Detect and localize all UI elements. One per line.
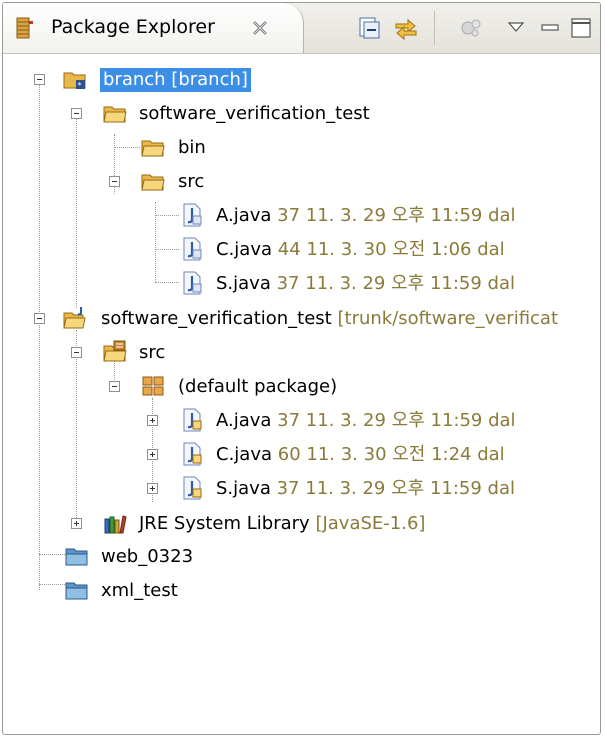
svn-decoration: 37 11. 3. 29 오후 11:59 dal	[276, 273, 515, 294]
svg-text:*: *	[78, 81, 82, 90]
java-file-icon	[180, 408, 204, 432]
jre-version-decoration: [JavaSE-1.6]	[315, 513, 426, 534]
tree-item-java-file[interactable]: C.java 44 11. 3. 30 오전 1:06 dal	[3, 235, 600, 265]
tree-item-trunk-project[interactable]: software_verification_test [trunk/softwa…	[3, 304, 600, 334]
tree-label-group: S.java 37 11. 3. 29 오후 11:59 dal	[216, 477, 515, 501]
tree-label: src	[178, 171, 205, 192]
tree-label: branch [branch]	[100, 68, 251, 92]
tree-item-java-file[interactable]: A.java 37 11. 3. 29 오후 11:59 dal	[3, 406, 600, 436]
java-file-icon	[180, 476, 204, 500]
tree-label: bin	[178, 137, 206, 158]
svn-decoration: [trunk/software_verificat	[337, 308, 559, 329]
focus-on-task-icon[interactable]	[458, 15, 484, 41]
library-name: JRE System Library	[139, 513, 310, 534]
java-file-icon	[180, 203, 204, 227]
tree-item-java-file[interactable]: S.java 37 11. 3. 29 오후 11:59 dal	[3, 474, 600, 504]
tree-label: xml_test	[101, 580, 178, 601]
svn-decoration: 60 11. 3. 30 오전 1:24 dal	[277, 444, 505, 465]
folder-icon	[141, 169, 165, 193]
toolbar-separator	[434, 11, 435, 45]
tree-item-xml-test[interactable]: xml_test	[3, 576, 600, 606]
package-explorer-view: Package Explorer * branch [branch] softw…	[2, 2, 601, 735]
project-folder-icon	[65, 578, 89, 602]
collapse-toggle-icon[interactable]	[34, 74, 45, 85]
collapse-all-icon[interactable]	[356, 15, 382, 41]
close-icon[interactable]	[251, 19, 269, 37]
file-name: A.java	[216, 205, 272, 226]
package-icon	[141, 374, 165, 398]
file-name: A.java	[216, 410, 272, 431]
tree-label-group: A.java 37 11. 3. 29 오후 11:59 dal	[216, 409, 516, 433]
tree-item-branch[interactable]: * branch [branch]	[3, 65, 600, 95]
tree-label-group: C.java 60 11. 3. 30 오전 1:24 dal	[216, 443, 505, 467]
java-file-icon	[180, 237, 204, 261]
tree-item-src[interactable]: src	[3, 167, 600, 197]
tree-item-web-0323[interactable]: web_0323	[3, 542, 600, 572]
collapse-toggle-icon[interactable]	[34, 313, 45, 324]
expand-toggle-icon[interactable]	[147, 415, 158, 426]
tree-item-jre-library[interactable]: JRE System Library [JavaSE-1.6]	[3, 509, 600, 539]
file-name: S.java	[216, 478, 271, 499]
collapse-toggle-icon[interactable]	[109, 381, 120, 392]
collapse-toggle-icon[interactable]	[71, 108, 82, 119]
tree-item-bin[interactable]: bin	[3, 133, 600, 163]
view-header: Package Explorer	[3, 3, 600, 54]
tree-label-group: JRE System Library [JavaSE-1.6]	[139, 512, 425, 536]
tree-label: web_0323	[101, 546, 194, 567]
tree-label-group: A.java 37 11. 3. 29 오후 11:59 dal	[216, 204, 516, 228]
expand-toggle-icon[interactable]	[147, 483, 158, 494]
tree-item-default-package[interactable]: (default package)	[3, 372, 600, 402]
file-name: S.java	[216, 273, 271, 294]
link-with-editor-icon[interactable]	[393, 15, 419, 41]
source-folder-icon	[103, 340, 127, 364]
expand-toggle-icon[interactable]	[147, 449, 158, 460]
maximize-icon[interactable]	[568, 15, 594, 41]
folder-icon	[103, 101, 127, 125]
expand-toggle-icon[interactable]	[71, 518, 82, 529]
folder-icon	[141, 135, 165, 159]
tree-item-java-file[interactable]: A.java 37 11. 3. 29 오후 11:59 dal	[3, 201, 600, 231]
file-name: C.java	[216, 444, 273, 465]
svn-decoration: 37 11. 3. 29 오후 11:59 dal	[277, 205, 516, 226]
project-name: software_verification_test	[101, 308, 332, 329]
tree-label: software_verification_test	[139, 103, 370, 124]
tab-title: Package Explorer	[51, 16, 215, 38]
collapse-toggle-icon[interactable]	[109, 176, 120, 187]
tree-item-java-file[interactable]: C.java 60 11. 3. 30 오전 1:24 dal	[3, 440, 600, 470]
tree-item-java-file[interactable]: S.java 37 11. 3. 29 오후 11:59 dal	[3, 269, 600, 299]
java-project-icon	[63, 306, 87, 330]
project-folder-icon	[65, 544, 89, 568]
library-icon	[103, 511, 127, 535]
tree-label: src	[139, 342, 166, 363]
svn-decoration: 37 11. 3. 29 오후 11:59 dal	[276, 478, 515, 499]
svn-decoration: 44 11. 3. 30 오전 1:06 dal	[277, 239, 505, 260]
tab-package-explorer[interactable]: Package Explorer	[3, 3, 304, 53]
minimize-icon[interactable]	[537, 15, 563, 41]
view-menu-chevron-down-icon[interactable]	[503, 15, 529, 41]
collapse-toggle-icon[interactable]	[71, 347, 82, 358]
project-tree[interactable]: * branch [branch] software_verification_…	[3, 54, 600, 734]
java-file-icon	[180, 442, 204, 466]
tree-label-group: software_verification_test [trunk/softwa…	[101, 307, 558, 331]
tree-label: (default package)	[178, 376, 338, 397]
tree-item-src[interactable]: src	[3, 338, 600, 368]
tree-item-project[interactable]: software_verification_test	[3, 99, 600, 129]
svn-project-icon: *	[63, 67, 87, 91]
file-name: C.java	[216, 239, 273, 260]
tree-label-group: S.java 37 11. 3. 29 오후 11:59 dal	[216, 272, 515, 296]
tree-label-group: C.java 44 11. 3. 30 오전 1:06 dal	[216, 238, 505, 262]
java-file-icon	[180, 271, 204, 295]
svn-decoration: 37 11. 3. 29 오후 11:59 dal	[277, 410, 516, 431]
package-explorer-icon	[15, 17, 35, 39]
